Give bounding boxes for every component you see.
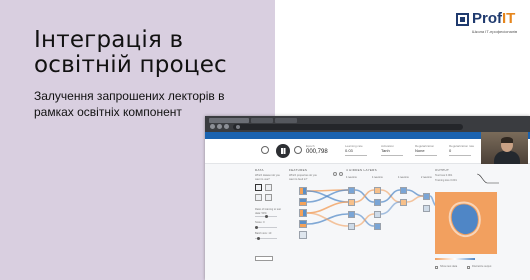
- output-color-legend: [435, 258, 475, 260]
- logo-brand-prefix: Prof: [472, 10, 502, 27]
- neuron[interactable]: [348, 187, 355, 194]
- connection: [306, 201, 349, 214]
- loss-curve: [477, 173, 499, 184]
- connection: [354, 213, 375, 227]
- neuron[interactable]: [423, 193, 430, 200]
- decision-region: [448, 200, 482, 238]
- neuron[interactable]: [348, 211, 355, 218]
- connection: [406, 195, 424, 203]
- loss-line: [477, 173, 499, 184]
- logo-brand-suffix: IT: [502, 10, 516, 27]
- discretize-label: Discretize output: [472, 265, 492, 268]
- neuron[interactable]: [348, 199, 355, 206]
- presenter-body: [494, 151, 520, 164]
- show-test-data-label: Show test data: [440, 265, 458, 268]
- connection: [380, 201, 401, 215]
- neuron[interactable]: [423, 205, 430, 212]
- connection: [380, 189, 401, 203]
- show-test-data-checkbox[interactable]: [435, 266, 438, 269]
- neuron[interactable]: [400, 187, 407, 194]
- test-loss: Test loss 0.001: [435, 174, 453, 177]
- neuron[interactable]: [400, 199, 407, 206]
- training-loss: Training loss 0.001: [435, 179, 457, 182]
- logo-tagline: Школа ІТ-професіоналів: [472, 29, 518, 34]
- presenter-hair: [501, 137, 513, 143]
- connection: [354, 189, 375, 203]
- output-decision-plot: [435, 192, 497, 254]
- slide-title: Інтеграція в освітній процес: [34, 27, 227, 78]
- neuron[interactable]: [374, 187, 381, 194]
- profit-logo: ProfIT Школа ІТ-професіоналів: [456, 10, 526, 38]
- profit-logo-mark-icon: [456, 13, 469, 26]
- presenter-webcam: [481, 132, 528, 164]
- neuron[interactable]: [374, 199, 381, 206]
- logo-wordmark: ProfIT: [472, 10, 515, 28]
- connection: [406, 189, 424, 197]
- neuron[interactable]: [374, 223, 381, 230]
- discretize-checkbox[interactable]: [467, 266, 470, 269]
- shared-screen: Epoch 000,798 Learning rate 0.03 Activat…: [205, 116, 530, 280]
- neuron[interactable]: [348, 223, 355, 230]
- connection: [306, 190, 349, 203]
- neuron[interactable]: [374, 211, 381, 218]
